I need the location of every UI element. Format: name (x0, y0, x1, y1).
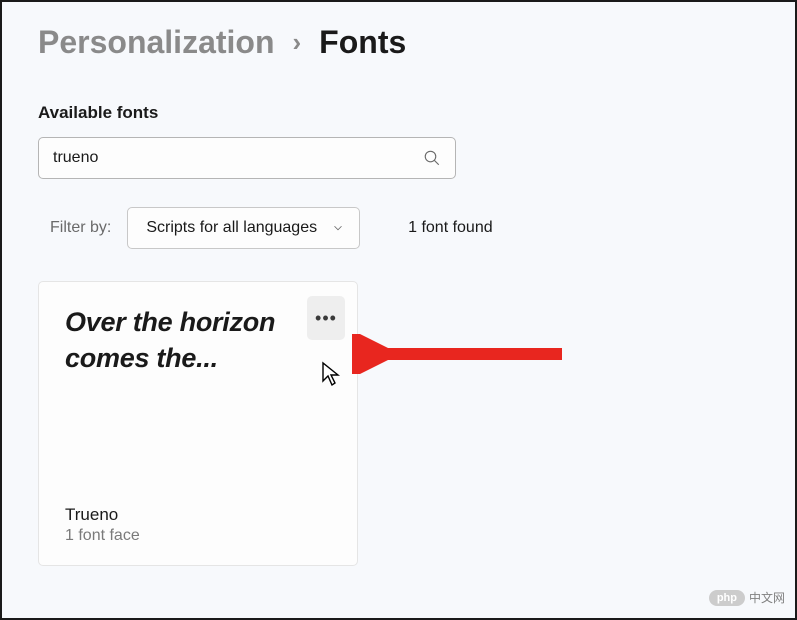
watermark: php 中文网 (709, 589, 785, 606)
filter-row: Filter by: Scripts for all languages 1 f… (38, 207, 759, 249)
ellipsis-icon: ••• (315, 308, 337, 329)
font-faces-count: 1 font face (65, 527, 331, 545)
annotation-arrow (352, 334, 572, 374)
chevron-down-icon (331, 221, 345, 235)
font-preview-text: Over the horizon comes the... (65, 304, 331, 377)
result-count: 1 font found (408, 219, 493, 237)
font-info: Trueno 1 font face (65, 505, 331, 545)
watermark-text: 中文网 (749, 589, 785, 606)
breadcrumb: Personalization › Fonts (38, 24, 759, 61)
font-card[interactable]: Over the horizon comes the... ••• Trueno… (38, 281, 358, 566)
breadcrumb-current: Fonts (319, 24, 406, 61)
search-input[interactable] (53, 149, 423, 167)
font-name: Trueno (65, 505, 331, 525)
more-options-button[interactable]: ••• (307, 296, 345, 340)
breadcrumb-parent[interactable]: Personalization (38, 24, 275, 61)
filter-selected-text: Scripts for all languages (146, 219, 317, 237)
filter-label: Filter by: (50, 219, 111, 237)
search-icon (423, 149, 441, 167)
chevron-right-icon: › (293, 27, 302, 58)
watermark-badge: php (709, 590, 745, 606)
filter-dropdown[interactable]: Scripts for all languages (127, 207, 360, 249)
search-box[interactable] (38, 137, 456, 179)
available-fonts-label: Available fonts (38, 103, 759, 123)
